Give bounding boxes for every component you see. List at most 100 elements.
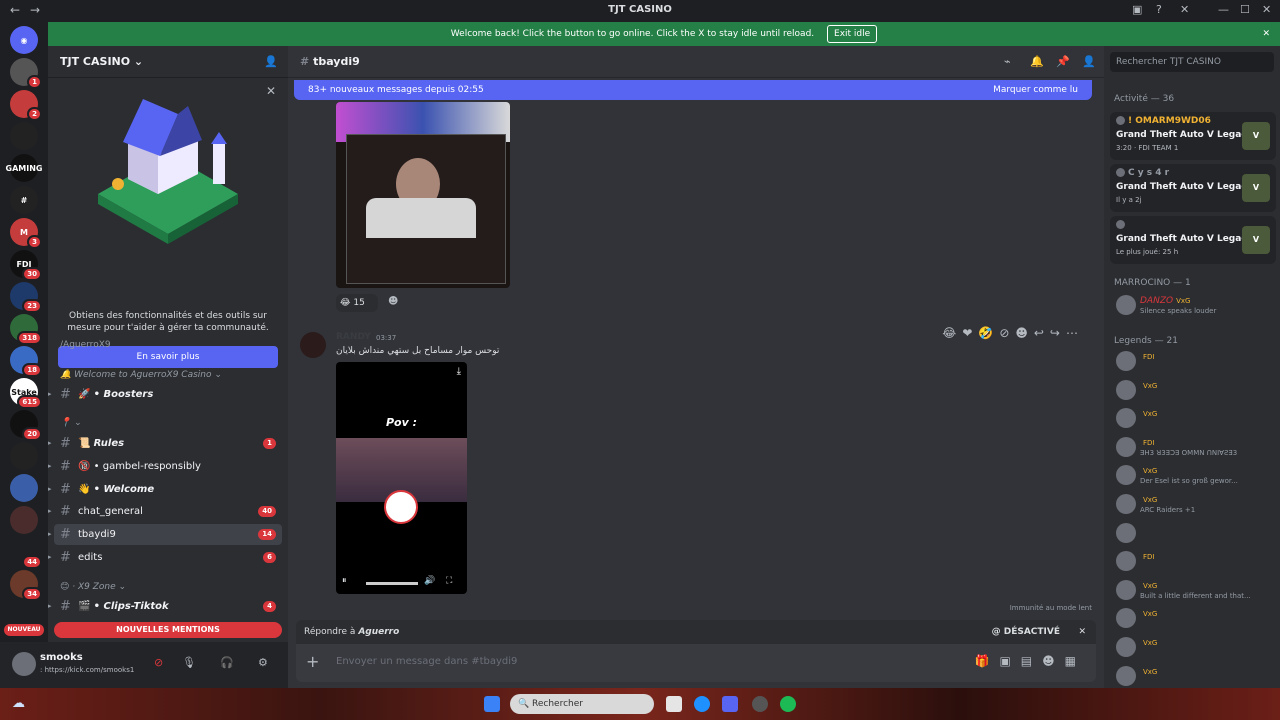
pinned-icon[interactable]: 📌: [1056, 46, 1070, 78]
server-icon[interactable]: 18: [10, 346, 42, 377]
edge-icon[interactable]: [694, 696, 710, 712]
file-explorer-icon[interactable]: [666, 696, 682, 712]
server-unread-badge: 34: [22, 587, 42, 601]
reply-label: Répondre à: [304, 627, 356, 637]
server-icon[interactable]: 318: [10, 314, 42, 345]
member-item[interactable]: VxG Built a little different and that...: [1110, 577, 1276, 603]
settings-gear-icon[interactable]: ⚙: [258, 656, 268, 669]
server-icon[interactable]: 44: [10, 538, 42, 569]
category-pin[interactable]: 📍 ⌄: [60, 418, 82, 428]
server-icon[interactable]: Stake 615: [10, 378, 42, 409]
channel-welcome[interactable]: ▸ # 👋 • Welcome: [48, 479, 282, 500]
server-icon[interactable]: FDI 30: [10, 250, 42, 281]
channel-tbaydi9[interactable]: ▸ # tbaydi9 14: [48, 524, 282, 545]
seek-bar[interactable]: [366, 582, 418, 585]
discord-taskbar-icon[interactable]: [722, 696, 738, 712]
mention-toggle[interactable]: @ DÉSACTIVÉ: [992, 620, 1060, 644]
attach-plus-icon[interactable]: +: [306, 652, 319, 671]
member-item[interactable]: FDI ƎH3 ꓤ3ƎƆƎ OMMN ꓵNIⱯƧƎ3: [1110, 434, 1276, 460]
message-actions[interactable]: 😂❤🤣⊘☻↩↪⋯: [942, 326, 1084, 340]
server-name-header[interactable]: TJT CASINO ⌄ 👤: [48, 46, 288, 78]
member-item[interactable]: DANZO VxG Silence speaks louder: [1110, 292, 1276, 318]
channel-chat-general[interactable]: ▸ # chat_general 40: [48, 501, 282, 522]
author-avatar[interactable]: [300, 332, 326, 358]
tools-icon[interactable]: ✕: [1180, 3, 1189, 16]
channel-clips-tiktok[interactable]: ▸ # 🎬 • Clips-Tiktok 4: [48, 596, 282, 617]
member-item[interactable]: VxG Der Esel ist so groß gewor...: [1110, 462, 1276, 488]
member-item[interactable]: VxG: [1110, 634, 1276, 660]
server-unread-badge: 615: [17, 395, 42, 409]
headphones-icon[interactable]: 🎧: [220, 656, 234, 669]
new-mentions-button[interactable]: NOUVELLES MENTIONS: [54, 622, 282, 638]
category-welcome[interactable]: 🔔 Welcome to AguerroX9 Casino ⌄: [60, 370, 222, 380]
activity-card[interactable]: Grand Theft Auto V Legacy Le plus joué: 2…: [1110, 216, 1276, 264]
add-reaction-icon[interactable]: ☻: [388, 296, 398, 307]
activity-card[interactable]: C y s 4 r Grand Theft Auto V Legacy Il y a…: [1110, 164, 1276, 212]
notifications-bell-icon[interactable]: 🔔: [1030, 46, 1044, 78]
activity-card[interactable]: ! OMARM9WD06 Grand Theft Auto V Legacy 3:2…: [1110, 112, 1276, 160]
member-item[interactable]: [1110, 520, 1276, 546]
member-item[interactable]: FDI: [1110, 348, 1276, 374]
close-window-icon[interactable]: ✕: [1262, 3, 1271, 16]
user-avatar[interactable]: [12, 652, 36, 676]
inbox-icon[interactable]: ▣: [1132, 3, 1142, 16]
channel-rules[interactable]: ▸ # 📜 Rules 1: [48, 433, 282, 454]
maximize-icon[interactable]: ☐: [1240, 3, 1250, 16]
download-icon[interactable]: ⤓: [457, 366, 461, 377]
start-icon[interactable]: [484, 696, 500, 712]
author-name[interactable]: RANDY: [336, 332, 371, 342]
member-item[interactable]: VxG ARC Raiders +1: [1110, 491, 1276, 517]
dismiss-banner-icon[interactable]: ✕: [1262, 22, 1270, 46]
server-search-input[interactable]: Rechercher TJT CASINO: [1110, 52, 1274, 72]
server-icon[interactable]: [10, 122, 38, 150]
member-item[interactable]: FDI: [1110, 548, 1276, 574]
invite-icon[interactable]: 👤: [264, 46, 278, 78]
pause-icon[interactable]: ⏸: [342, 576, 347, 586]
discord-home-icon[interactable]: ◉: [10, 26, 38, 54]
weather-icon[interactable]: ☁: [12, 696, 25, 711]
member-item[interactable]: VxG: [1110, 377, 1276, 403]
server-icon[interactable]: 1: [10, 58, 42, 89]
new-messages-bar[interactable]: 83+ nouveaux messages depuis 02:55 Marqu…: [294, 80, 1092, 100]
threads-icon[interactable]: ⌁: [1004, 46, 1011, 78]
channel-gambel-responsibly[interactable]: ▸ # 🔞 • gambel-responsibly: [48, 456, 282, 477]
member-item[interactable]: VxG: [1110, 663, 1276, 689]
message-image[interactable]: [336, 102, 510, 288]
category-welcome-label: Welcome to AguerroX9 Casino: [74, 370, 212, 380]
cancel-reply-icon[interactable]: ✕: [1078, 620, 1086, 644]
server-icon[interactable]: [10, 442, 38, 470]
composer-icons[interactable]: 🎁▣▤☻▦: [975, 654, 1086, 668]
video-player[interactable]: ⤓ Pov : ⏸ 🔊 ⛶: [336, 362, 467, 594]
new-unread-pill[interactable]: NOUVEAU: [4, 624, 44, 636]
message-input[interactable]: Envoyer un message dans #tbaydi9: [336, 656, 517, 667]
server-icon[interactable]: [10, 474, 38, 502]
close-promo-icon[interactable]: ✕: [266, 84, 276, 98]
exit-idle-button[interactable]: Exit idle: [827, 25, 878, 43]
minimize-icon[interactable]: —: [1218, 3, 1229, 16]
category-x9-zone[interactable]: 😊 · X9 Zone ⌄: [60, 582, 126, 592]
microphone-icon[interactable]: 🎙: [182, 656, 196, 669]
server-icon[interactable]: 20: [10, 410, 42, 441]
spotify-icon[interactable]: [780, 696, 796, 712]
screen-share-icon[interactable]: ⊘: [154, 656, 163, 669]
server-icon[interactable]: 34: [10, 570, 42, 601]
volume-icon[interactable]: 🔊: [424, 576, 435, 586]
server-icon[interactable]: #: [10, 186, 38, 214]
reaction-laugh[interactable]: 😂 15: [336, 294, 378, 312]
member-avatar: [1116, 408, 1136, 429]
channel-boosters[interactable]: ▸ # 🚀 • Boosters: [48, 384, 282, 405]
server-icon[interactable]: [10, 506, 38, 534]
server-icon[interactable]: GAMING: [6, 154, 42, 182]
mark-read-button[interactable]: Marquer comme lu: [993, 80, 1078, 100]
fullscreen-icon[interactable]: ⛶: [446, 576, 452, 586]
member-item[interactable]: VxG: [1110, 605, 1276, 631]
member-item[interactable]: VxG: [1110, 405, 1276, 431]
server-icon[interactable]: 2: [10, 90, 42, 121]
taskbar-search[interactable]: 🔍 Rechercher: [510, 694, 654, 714]
app-icon[interactable]: [752, 696, 768, 712]
member-list-icon[interactable]: 👤: [1082, 46, 1096, 78]
help-icon[interactable]: ?: [1156, 3, 1162, 16]
channel-edits[interactable]: ▸ # edits 6: [48, 547, 282, 568]
server-icon[interactable]: M3: [10, 218, 42, 249]
server-icon[interactable]: 23: [10, 282, 42, 313]
